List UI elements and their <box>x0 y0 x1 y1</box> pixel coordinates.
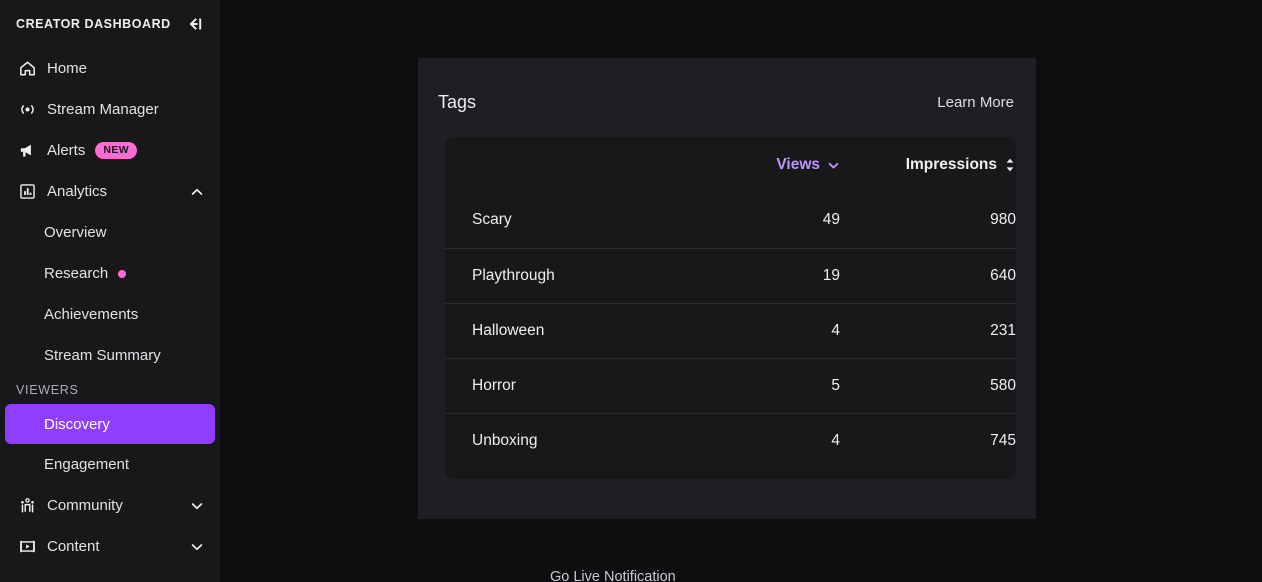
column-header-views-label: Views <box>776 156 820 173</box>
column-header-views[interactable]: Views <box>695 137 840 193</box>
tags-table-head: Views Impressions <box>445 137 1016 193</box>
video-frame-icon <box>16 536 38 558</box>
sidebar-item-achievements[interactable]: Achievements <box>0 294 220 335</box>
chevron-down-icon[interactable] <box>827 159 840 172</box>
tags-table-card: Views Impressions Scary 49 980 Playthrou… <box>445 137 1016 479</box>
cell-views: 4 <box>695 412 840 468</box>
sidebar-item-community[interactable]: Community <box>0 485 220 526</box>
cell-views: 49 <box>822 211 840 229</box>
learn-more-link[interactable]: Learn More <box>937 94 1014 111</box>
sidebar-item-discovery[interactable]: Discovery <box>5 404 215 444</box>
sidebar: CREATOR DASHBOARD Home Stream Manager Al… <box>0 0 220 582</box>
cell-tag: Unboxing <box>445 412 695 468</box>
go-live-notification-label: Go Live Notification <box>550 569 676 582</box>
tags-panel: Tags Learn More Views Impressions Scary … <box>418 58 1036 519</box>
broadcast-icon <box>16 99 38 121</box>
cell-views: 5 <box>695 357 840 413</box>
sidebar-item-alerts[interactable]: Alerts NEW <box>0 130 220 171</box>
tags-table: Views Impressions Scary 49 980 Playthrou… <box>445 137 1016 468</box>
column-header-tag <box>445 137 695 193</box>
cell-impressions: 980 <box>990 211 1016 229</box>
sidebar-item-label: Home <box>47 60 88 77</box>
sidebar-item-label: Alerts <box>47 142 86 159</box>
page-title: Tags <box>438 92 477 112</box>
sidebar-item-label: Research <box>44 265 109 282</box>
sidebar-item-stream-manager[interactable]: Stream Manager <box>0 89 220 130</box>
cell-impressions: 580 <box>840 357 1016 413</box>
sidebar-section-viewers: VIEWERS <box>16 383 79 397</box>
sidebar-item-research[interactable]: Research <box>0 253 220 294</box>
column-header-impressions[interactable]: Impressions <box>840 137 1016 193</box>
table-row[interactable]: Horror 5 580 <box>445 357 1016 413</box>
sort-updown-icon[interactable] <box>1004 157 1016 173</box>
table-row[interactable]: Playthrough 19 640 <box>445 247 1016 303</box>
chevron-down-icon[interactable] <box>190 499 204 513</box>
people-icon <box>16 495 38 517</box>
sidebar-item-content[interactable]: Content <box>0 526 220 567</box>
chevron-down-icon[interactable] <box>190 540 204 554</box>
sidebar-item-label: Stream Summary <box>44 347 161 364</box>
tags-table-body: Scary 49 980 Playthrough 19 640 Hallowee… <box>445 193 1016 468</box>
sidebar-item-label: Analytics <box>47 183 108 200</box>
sidebar-item-overview[interactable]: Overview <box>0 212 220 253</box>
sidebar-item-label: Achievements <box>44 306 139 323</box>
cell-tag: Horror <box>445 357 695 413</box>
creator-dashboard-app: CREATOR DASHBOARD Home Stream Manager Al… <box>0 0 1262 582</box>
cell-impressions: 745 <box>840 412 1016 468</box>
table-row[interactable]: Halloween 4 231 <box>445 302 1016 358</box>
cell-views: 4 <box>695 302 840 358</box>
sidebar-title: CREATOR DASHBOARD <box>16 17 171 31</box>
home-icon <box>16 58 38 80</box>
sidebar-item-engagement[interactable]: Engagement <box>0 444 220 485</box>
sidebar-item-home[interactable]: Home <box>0 48 220 89</box>
cell-tag: Halloween <box>445 302 695 358</box>
column-header-impressions-label: Impressions <box>905 156 997 173</box>
collapse-left-icon[interactable] <box>182 12 206 36</box>
cell-impressions: 231 <box>840 302 1016 358</box>
sidebar-item-label: Engagement <box>44 456 130 473</box>
sidebar-item-analytics[interactable]: Analytics <box>0 171 220 212</box>
table-header-row: Views Impressions <box>445 137 1016 193</box>
sidebar-item-label: Content <box>47 538 100 555</box>
new-dot-indicator <box>118 269 127 278</box>
cell-impressions: 640 <box>840 247 1016 303</box>
sidebar-item-label: Overview <box>44 224 107 241</box>
bar-chart-icon <box>16 181 38 203</box>
chevron-up-icon[interactable] <box>190 185 204 199</box>
cell-views: 19 <box>695 247 840 303</box>
main-content: Tags Learn More Views Impressions Scary … <box>220 0 1262 582</box>
cell-tag: Scary <box>472 211 512 229</box>
tags-panel-header: Tags Learn More <box>418 58 1036 113</box>
sidebar-header: CREATOR DASHBOARD <box>0 0 220 48</box>
status-badge: NEW <box>95 142 138 159</box>
sidebar-item-label: Stream Manager <box>47 101 159 118</box>
megaphone-icon <box>16 140 38 162</box>
table-row[interactable]: Scary 49 980 <box>445 193 1016 248</box>
table-row[interactable]: Unboxing 4 745 <box>445 412 1016 468</box>
sidebar-item-label: Discovery <box>44 415 110 433</box>
sidebar-item-label: Community <box>47 497 123 514</box>
cell-tag: Playthrough <box>445 247 695 303</box>
sidebar-item-stream-summary[interactable]: Stream Summary <box>0 335 220 376</box>
